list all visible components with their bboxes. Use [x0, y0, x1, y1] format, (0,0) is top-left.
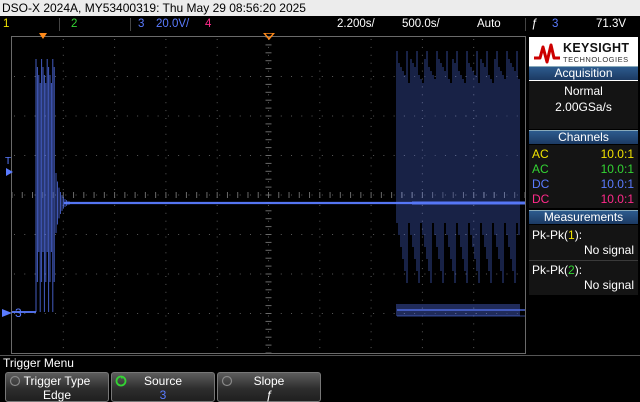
- measurement-value-2: No signal: [583, 278, 634, 292]
- ch3-indicator[interactable]: 3: [138, 16, 144, 33]
- waveform-display[interactable]: [11, 36, 526, 354]
- softkey-label: Trigger Type: [23, 374, 91, 388]
- ch1-indicator[interactable]: 1: [3, 16, 9, 33]
- channel-probe: 10.0:1: [600, 147, 634, 161]
- acquisition-rate: 2.00GSa/s: [555, 100, 612, 114]
- waveform-canvas: [12, 37, 525, 353]
- softkey-value: Edge: [42, 388, 72, 402]
- channel-coupling: DC: [532, 192, 550, 206]
- window-title: DSO-X 2024A, MY53400319: Thu May 29 08:5…: [0, 0, 640, 16]
- softkey-menu: Trigger Menu Trigger Type Edge Source 3 …: [0, 355, 640, 402]
- softkey-value: ƒ: [265, 388, 273, 402]
- channel-coupling: AC: [532, 147, 549, 161]
- trigger-position-marker: [39, 33, 47, 39]
- logo-sub: TECHNOLOGIES: [563, 55, 629, 64]
- channel-row-3[interactable]: DC 10.0:1: [529, 177, 638, 192]
- channel-coupling: AC: [532, 162, 549, 176]
- ch3-ground-arrow-icon: [2, 309, 12, 317]
- horizontal-reference-marker: [263, 33, 275, 41]
- ch4-indicator[interactable]: 4: [205, 16, 211, 33]
- acquisition-header[interactable]: Acquisition: [529, 66, 638, 80]
- channel-probe: 10.0:1: [600, 162, 634, 176]
- acquisition-body: Normal 2.00GSa/s: [529, 81, 638, 129]
- channel-row-4[interactable]: DC 10.0:1: [529, 192, 638, 207]
- softkey-value: 3: [159, 388, 167, 402]
- top-markers: [39, 33, 275, 41]
- slope-softkey[interactable]: Slope ƒ: [217, 372, 321, 402]
- softkey-label: Slope: [253, 374, 285, 388]
- side-panel: KEYSIGHT TECHNOLOGIES Acquisition Normal…: [527, 33, 640, 355]
- channel-coupling: DC: [532, 177, 550, 191]
- trigger-level: 71.3V: [596, 18, 627, 30]
- time-scale: 2.200s/: [337, 18, 375, 30]
- measurements-body: Pk-Pk(1): No signal Pk-Pk(2): No signal: [529, 225, 638, 295]
- measurement-label-2[interactable]: Pk-Pk(2):: [532, 263, 582, 277]
- sample-rate: 500.0s/: [402, 18, 440, 30]
- measurement-value-1: No signal: [583, 243, 634, 257]
- menu-title: Trigger Menu: [3, 356, 74, 370]
- ch3-ground-marker[interactable]: 3: [15, 306, 22, 320]
- channel-probe: 10.0:1: [600, 192, 634, 206]
- softkey-label: Source: [143, 374, 183, 388]
- channel-row-1[interactable]: AC 10.0:1: [529, 147, 638, 162]
- trigger-slope-icon: ƒ: [531, 18, 538, 30]
- trigger-level-marker[interactable]: T: [5, 156, 11, 167]
- trigger-type-softkey[interactable]: Trigger Type Edge: [5, 372, 109, 402]
- acquisition-mode: Normal: [564, 84, 603, 98]
- ch3-scale: 20.0V/: [156, 18, 190, 30]
- channel-probe: 10.0:1: [600, 177, 634, 191]
- ch2-indicator[interactable]: 2: [71, 16, 77, 33]
- source-softkey[interactable]: Source 3: [111, 372, 215, 402]
- logo-name: KEYSIGHT: [563, 41, 630, 55]
- trigger-level-arrow-icon: [6, 168, 13, 176]
- measurements-header[interactable]: Measurements: [529, 210, 638, 224]
- trigger-mode: Auto: [477, 18, 501, 30]
- status-bar: 1 2 3 20.0V/ 4 2.200s/ 500.0s/ Auto ƒ 3 …: [0, 16, 640, 33]
- trigger-source: 3: [552, 18, 559, 30]
- channels-body: AC 10.0:1 AC 10.0:1 DC 10.0:1 DC 10.0:1: [529, 145, 638, 208]
- keysight-wave-icon: [534, 43, 560, 64]
- channels-header[interactable]: Channels: [529, 130, 638, 144]
- channel-row-2[interactable]: AC 10.0:1: [529, 162, 638, 177]
- measurement-label-1[interactable]: Pk-Pk(1):: [532, 228, 582, 242]
